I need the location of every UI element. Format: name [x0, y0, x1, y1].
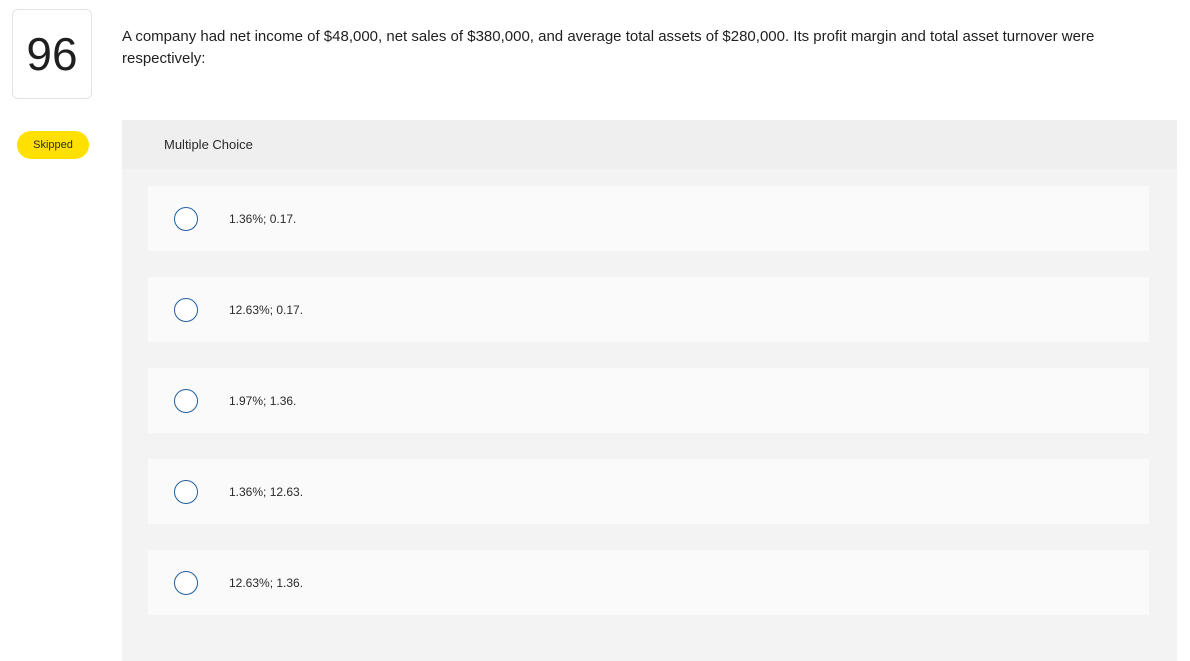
radio-button-icon[interactable] [174, 388, 198, 413]
choice-option-1[interactable]: 1.36%; 0.17. [148, 186, 1149, 251]
choice-label: 1.36%; 12.63. [229, 484, 304, 499]
radio-button-icon[interactable] [174, 479, 198, 504]
choice-option-3[interactable]: 1.97%; 1.36. [148, 368, 1149, 433]
radio-button-icon[interactable] [174, 297, 198, 322]
choice-label: 1.36%; 0.17. [229, 211, 297, 226]
choice-option-2[interactable]: 12.63%; 0.17. [148, 277, 1149, 342]
choice-label: 1.97%; 1.36. [229, 393, 297, 408]
radio-button-icon[interactable] [174, 570, 198, 595]
question-number: 96 [26, 28, 78, 80]
choice-label: 12.63%; 1.36. [229, 575, 304, 590]
question-number-box: 96 [12, 9, 92, 99]
panel-header: Multiple Choice [122, 120, 1177, 169]
choice-label: 12.63%; 0.17. [229, 302, 304, 317]
choice-option-4[interactable]: 1.36%; 12.63. [148, 459, 1149, 524]
question-page: 96 Skipped A company had net income of $… [0, 0, 1190, 661]
choice-option-5[interactable]: 12.63%; 1.36. [148, 550, 1149, 615]
answer-panel: Multiple Choice 1.36%; 0.17. 12.63%; 0.1… [122, 120, 1177, 661]
question-text: A company had net income of $48,000, net… [122, 28, 1095, 67]
radio-button-icon[interactable] [174, 206, 198, 231]
choice-list: 1.36%; 0.17. 12.63%; 0.17. 1.97%; 1.36. … [148, 186, 1149, 641]
status-badge: Skipped [17, 131, 89, 159]
